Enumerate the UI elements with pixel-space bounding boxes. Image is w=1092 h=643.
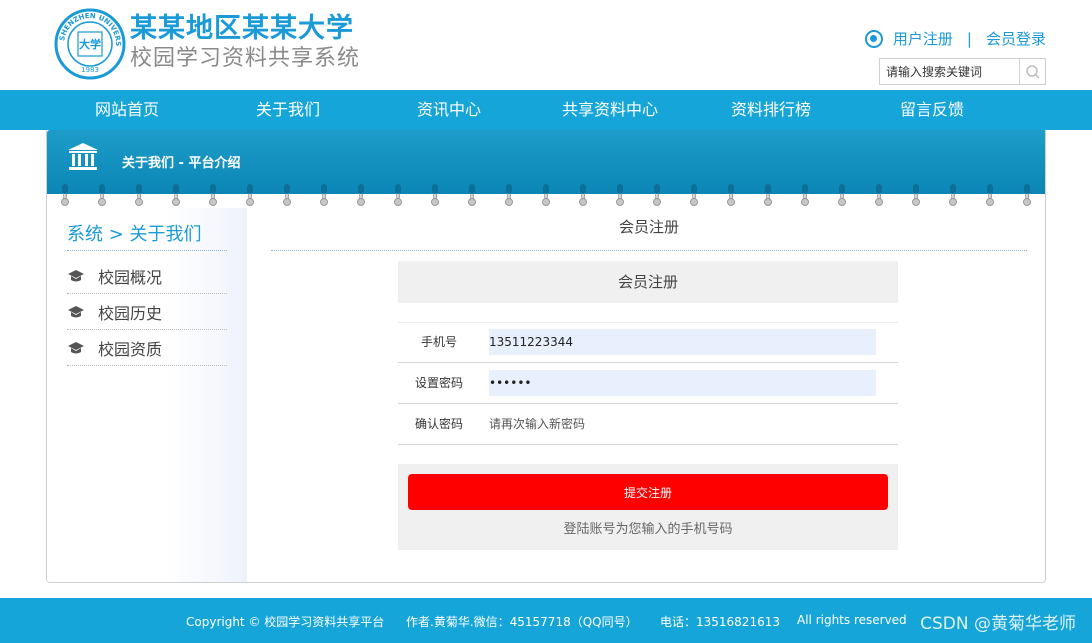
binder-ring [764, 184, 772, 206]
binder-ring [431, 184, 439, 206]
graduation-cap-icon [68, 269, 84, 281]
register-link[interactable]: 用户注册 [893, 28, 953, 49]
header: SHENZHEN UNIVERSITY 大学 1983 某某地区某某大学 校园学… [0, 0, 1092, 90]
search-box [879, 58, 1046, 85]
csdn-watermark: CSDN @黄菊华老师 [920, 614, 1076, 634]
footer-author: 作者.黄菊华.微信：45157718（QQ同号） [406, 615, 638, 629]
link-separator: | [966, 29, 972, 48]
sidebar-item-label: 校园历史 [98, 303, 163, 323]
binder-ring [912, 184, 920, 206]
phone-row: 手机号 [398, 322, 898, 363]
sidebar: 系统 > 关于我们 校园概况 校园历史 校园资质 [47, 208, 247, 582]
submit-register-button[interactable]: 提交注册 [408, 474, 888, 510]
binder-ring [875, 184, 883, 206]
submit-area: 提交注册 登陆账号为您输入的手机号码 [398, 464, 898, 550]
binder-ring [579, 184, 587, 206]
binder-ring [320, 184, 328, 206]
nav-item-shared-materials[interactable]: 共享资料中心 [540, 90, 680, 130]
nav-item-rankings[interactable]: 资料排行榜 [701, 90, 841, 130]
confirm-password-label: 确认密码 [414, 417, 463, 431]
top-links: 用户注册 | 会员登录 [864, 28, 1046, 49]
sidebar-item-campus-history[interactable]: 校园历史 [67, 294, 227, 330]
form-heading: 会员注册 [398, 261, 898, 303]
svg-text:大学: 大学 [79, 37, 101, 51]
binder-ring [135, 184, 143, 206]
footer-rights: All rights reserved [797, 613, 907, 627]
nav-item-feedback[interactable]: 留言反馈 [862, 90, 1002, 130]
main-nav: 网站首页 关于我们 资讯中心 共享资料中心 资料排行榜 留言反馈 [0, 90, 1092, 130]
binder-ring [801, 184, 809, 206]
graduation-cap-icon [68, 305, 84, 317]
sidebar-item-campus-overview[interactable]: 校园概况 [67, 258, 227, 294]
binder-ring [616, 184, 624, 206]
search-input[interactable] [880, 59, 1020, 84]
svg-text:1983: 1983 [81, 66, 99, 74]
site-title: 某某地区某某大学 [130, 13, 354, 44]
password-row: 设置密码 [398, 363, 898, 404]
binder-ring [209, 184, 217, 206]
phone-label: 手机号 [420, 335, 457, 349]
binder-ring [283, 184, 291, 206]
sidebar-divider [67, 250, 227, 251]
binder-ring [61, 184, 69, 206]
sidebar-item-label: 校园概况 [98, 267, 163, 287]
binder-ring [949, 184, 957, 206]
nav-item-news[interactable]: 资讯中心 [379, 90, 519, 130]
login-link[interactable]: 会员登录 [986, 28, 1046, 49]
binder-ring [1023, 184, 1031, 206]
graduation-cap-icon [68, 341, 84, 353]
building-icon [68, 143, 98, 170]
nav-item-home[interactable]: 网站首页 [57, 90, 197, 130]
binder-ring [838, 184, 846, 206]
main-frame: 关于我们 - 平台介绍 系统 > 关于我们 校园概况 校园历史 校园资质 会员注… [46, 130, 1046, 583]
login-account-note: 登陆账号为您输入的手机号码 [563, 522, 733, 537]
site-subtitle: 校园学习资料共享系统 [130, 46, 361, 71]
password-input[interactable] [489, 370, 876, 396]
content-divider [271, 250, 1027, 251]
confirm-password-input[interactable] [489, 411, 876, 437]
sidebar-item-campus-qualifications[interactable]: 校园资质 [67, 330, 227, 366]
binder-ring [394, 184, 402, 206]
nav-item-about[interactable]: 关于我们 [218, 90, 358, 130]
binder-ring [468, 184, 476, 206]
banner-title: 关于我们 - 平台介绍 [122, 156, 241, 171]
binder-ring [357, 184, 365, 206]
binder-ring [690, 184, 698, 206]
search-button[interactable] [1019, 59, 1045, 84]
search-icon [1025, 64, 1040, 79]
binder-ring [505, 184, 513, 206]
password-label: 设置密码 [414, 376, 463, 390]
sidebar-item-label: 校园资质 [98, 339, 163, 359]
page: SHENZHEN UNIVERSITY 大学 1983 某某地区某某大学 校园学… [0, 0, 1092, 643]
binder-ring [653, 184, 661, 206]
content-title: 会员注册 [618, 218, 679, 236]
binder-ring [727, 184, 735, 206]
sidebar-breadcrumb: 系统 > 关于我们 [67, 224, 202, 245]
binder-ring [246, 184, 254, 206]
binder-rings [47, 184, 1045, 208]
footer: Copyright © 校园学习资料共享平台 作者.黄菊华.微信：4515771… [0, 598, 1092, 643]
binder-ring [98, 184, 106, 206]
confirm-password-row: 确认密码 [398, 404, 898, 445]
phone-input[interactable] [489, 329, 876, 355]
radio-selected-icon [864, 29, 883, 48]
footer-phone: 电话：13516821613 [660, 615, 780, 629]
binder-ring [986, 184, 994, 206]
binder-ring [172, 184, 180, 206]
university-seal-logo: SHENZHEN UNIVERSITY 大学 1983 [54, 8, 126, 80]
footer-copyright: Copyright © 校园学习资料共享平台 [186, 615, 385, 629]
binder-ring [542, 184, 550, 206]
